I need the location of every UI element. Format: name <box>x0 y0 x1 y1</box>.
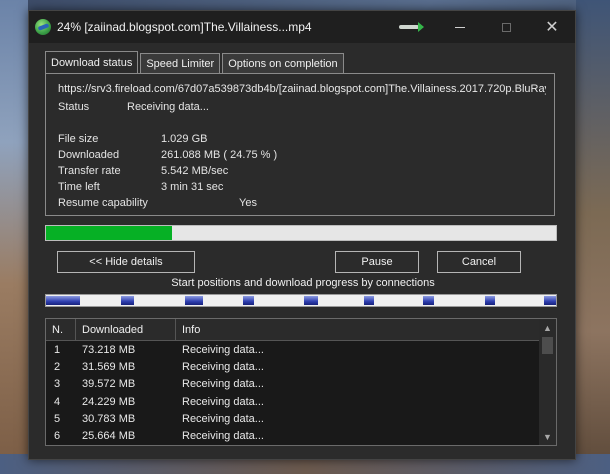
download-progress-bar <box>45 225 557 241</box>
row-info: Receiving data... <box>182 344 264 356</box>
table-header: N. Downloaded Info <box>46 319 540 341</box>
tab-options-on-completion[interactable]: Options on completion <box>222 53 344 73</box>
connection-segment <box>46 296 80 305</box>
connection-segment <box>243 296 254 305</box>
row-info: Receiving data... <box>182 395 264 408</box>
maximize-button[interactable] <box>483 11 529 43</box>
resume-capability-value: Yes <box>239 197 257 209</box>
row-number: 2 <box>54 361 61 374</box>
column-header-info[interactable]: Info <box>176 319 540 341</box>
download-url: https://srv3.fireload.com/67d07a539873db… <box>58 83 546 95</box>
connection-segment <box>185 296 203 305</box>
row-number: 3 <box>54 378 61 391</box>
maximize-icon <box>501 22 511 32</box>
table-body: 1 73.218 MB Receiving data... 2 31.569 M… <box>46 344 540 445</box>
row-info: Receiving data... <box>182 378 264 391</box>
minimize-icon <box>455 26 465 28</box>
table-row[interactable]: 5 30.783 MB Receiving data... <box>46 413 540 430</box>
table-row[interactable]: 4 24.229 MB Receiving data... <box>46 396 540 413</box>
row-downloaded: 39.572 MB <box>82 378 136 391</box>
table-row[interactable]: 3 39.572 MB Receiving data... <box>46 378 540 395</box>
title-bar[interactable]: 24% [zaiinad.blogspot.com]The.Villainess… <box>29 11 575 43</box>
transfer-rate-value: 5.542 MB/sec <box>161 165 229 177</box>
cancel-button[interactable]: Cancel <box>437 251 521 273</box>
close-icon: ✕ <box>545 19 559 36</box>
row-downloaded: 73.218 MB <box>82 344 136 356</box>
row-info: Receiving data... <box>182 412 264 425</box>
connections-progress-bar <box>45 294 557 307</box>
connections-table: N. Downloaded Info 1 73.218 MB Receiving… <box>45 318 557 446</box>
connection-segment <box>485 296 495 305</box>
row-number: 1 <box>54 344 61 356</box>
downloaded-value: 261.088 MB ( 24.75 % ) <box>161 149 278 161</box>
row-info: Receiving data... <box>182 361 264 374</box>
row-downloaded: 24.229 MB <box>82 395 136 408</box>
background-right <box>576 0 610 474</box>
connection-segment <box>423 296 434 305</box>
progress-fill <box>46 226 173 240</box>
resume-capability-label: Resume capability <box>58 197 148 209</box>
table-row[interactable]: 2 31.569 MB Receiving data... <box>46 361 540 378</box>
column-header-downloaded[interactable]: Downloaded <box>76 319 176 341</box>
connections-caption: Start positions and download progress by… <box>171 277 435 289</box>
row-downloaded: 30.783 MB <box>82 412 136 425</box>
scroll-down-icon[interactable]: ▼ <box>539 428 556 445</box>
row-number: 6 <box>54 429 61 442</box>
download-status-panel: https://srv3.fireload.com/67d07a539873db… <box>45 73 555 216</box>
table-scrollbar[interactable]: ▲ ▼ <box>539 319 556 445</box>
connection-segment <box>364 296 374 305</box>
pause-button[interactable]: Pause <box>335 251 419 273</box>
connection-segment <box>121 296 134 305</box>
app-icon <box>35 19 51 35</box>
download-window: 24% [zaiinad.blogspot.com]The.Villainess… <box>28 10 576 460</box>
status-value: Receiving data... <box>127 101 209 113</box>
file-size-value: 1.029 GB <box>161 133 208 145</box>
table-row[interactable]: 6 25.664 MB Receiving data... <box>46 429 540 445</box>
tab-speed-limiter[interactable]: Speed Limiter <box>140 53 221 73</box>
time-left-value: 3 min 31 sec <box>161 181 224 193</box>
downloaded-label: Downloaded <box>58 149 120 161</box>
tab-bar: Download status Speed Limiter Options on… <box>45 51 346 73</box>
background-left <box>0 0 28 474</box>
row-number: 4 <box>54 395 61 408</box>
scroll-up-icon[interactable]: ▲ <box>539 319 556 336</box>
row-info: Receiving data... <box>182 429 264 442</box>
row-downloaded: 31.569 MB <box>82 361 136 374</box>
arrow-icon <box>399 22 424 32</box>
time-left-label: Time left <box>58 181 100 193</box>
hide-details-button[interactable]: << Hide details <box>57 251 195 273</box>
column-header-number[interactable]: N. <box>46 319 76 341</box>
minimize-button[interactable] <box>437 11 483 43</box>
scroll-thumb[interactable] <box>542 337 553 354</box>
close-button[interactable]: ✕ <box>529 11 575 43</box>
transfer-rate-label: Transfer rate <box>58 165 121 177</box>
connection-segment <box>304 296 318 305</box>
table-row[interactable]: 1 73.218 MB Receiving data... <box>46 344 540 361</box>
row-number: 5 <box>54 412 61 425</box>
tab-download-status[interactable]: Download status <box>45 51 139 73</box>
window-title: 24% [zaiinad.blogspot.com]The.Villainess… <box>57 20 312 34</box>
file-size-label: File size <box>58 133 99 145</box>
connection-segment <box>544 296 556 305</box>
row-downloaded: 25.664 MB <box>82 429 136 442</box>
